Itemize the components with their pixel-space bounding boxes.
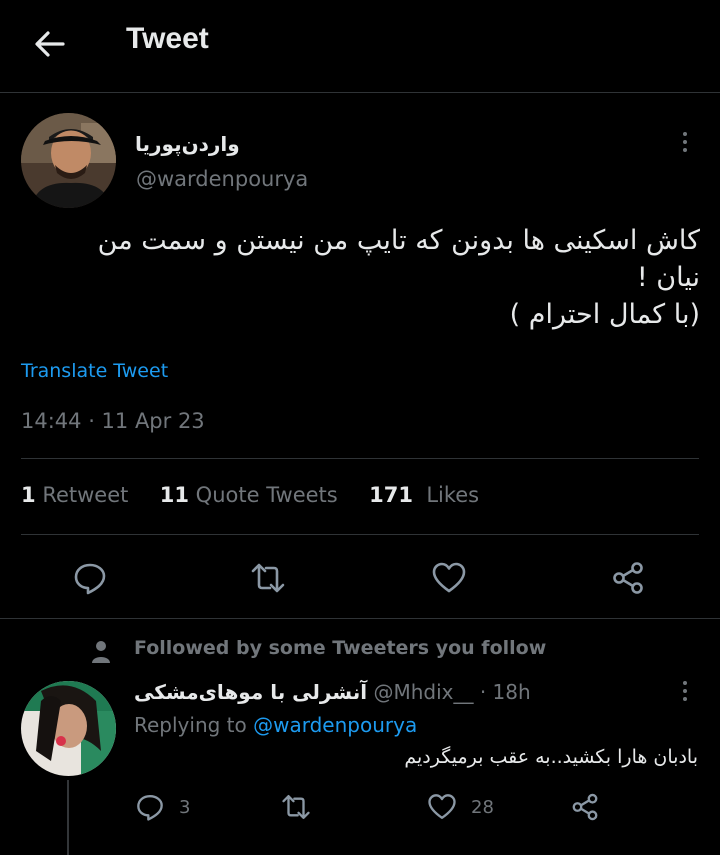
translate-tweet-link[interactable]: Translate Tweet bbox=[21, 360, 168, 382]
replying-to-link[interactable]: @wardenpourya bbox=[253, 713, 417, 737]
retweet-icon bbox=[251, 563, 285, 593]
more-icon-dot bbox=[683, 140, 687, 144]
reply-share-button[interactable] bbox=[570, 792, 600, 822]
section-divider bbox=[0, 618, 720, 619]
author-name[interactable]: واردن‌پوریا bbox=[135, 132, 240, 156]
author-handle[interactable]: @wardenpourya bbox=[136, 167, 308, 191]
author-avatar[interactable] bbox=[21, 113, 116, 208]
retweet-count: 1 bbox=[21, 483, 36, 507]
avatar-image bbox=[21, 113, 116, 208]
header-divider bbox=[0, 92, 720, 93]
more-icon bbox=[683, 681, 687, 685]
more-icon-dot bbox=[683, 689, 687, 693]
reply-more-options-button[interactable] bbox=[680, 681, 690, 705]
retweets-stat[interactable]: 1 Retweet bbox=[21, 483, 128, 507]
share-button[interactable] bbox=[610, 560, 646, 596]
reply-like-button[interactable]: 28 bbox=[427, 792, 494, 822]
more-icon bbox=[683, 132, 687, 136]
reply-button[interactable] bbox=[72, 560, 108, 596]
likes-stat[interactable]: 171 Likes bbox=[369, 483, 479, 507]
reply-icon bbox=[74, 563, 106, 595]
quote-label: Quote Tweets bbox=[195, 483, 338, 507]
reply-icon bbox=[137, 795, 163, 821]
share-icon bbox=[572, 793, 598, 821]
more-options-button[interactable] bbox=[680, 132, 690, 156]
tweet-stats: 1 Retweet 11 Quote Tweets 171 Likes bbox=[21, 483, 479, 507]
tweet-text: کاش اسکینی ها بدونن که تایپ من نیستن و س… bbox=[20, 222, 700, 333]
quote-count: 11 bbox=[159, 483, 189, 507]
quote-tweets-stat[interactable]: 11 Quote Tweets bbox=[160, 483, 338, 507]
more-icon-dot bbox=[683, 697, 687, 701]
like-button[interactable] bbox=[431, 560, 467, 596]
replying-prefix: Replying to bbox=[134, 713, 247, 737]
reply-text: بادبان هارا بکشید..به عقب برمیگردیم bbox=[404, 746, 698, 768]
thread-connector bbox=[67, 780, 69, 855]
reply-author-name[interactable]: آنشرلی با موهای‌مشکی bbox=[134, 680, 367, 704]
avatar-image bbox=[21, 681, 116, 776]
tweet-text-line: نیان ! bbox=[636, 262, 700, 293]
back-button[interactable] bbox=[30, 24, 70, 64]
social-context: Followed by some Tweeters you follow bbox=[134, 637, 547, 659]
retweet-label: Retweet bbox=[42, 483, 129, 507]
reply-reply-count: 3 bbox=[179, 796, 191, 818]
more-icon-dot bbox=[683, 148, 687, 152]
heart-icon bbox=[428, 794, 456, 819]
tweet-timestamp[interactable]: 14:44 · 11 Apr 23 bbox=[21, 409, 205, 433]
like-label: Likes bbox=[426, 483, 480, 507]
reply-reply-button[interactable]: 3 bbox=[135, 792, 190, 822]
reply-author-line: آنشرلی با موهای‌مشکی @Mhdix__ · 18h bbox=[134, 680, 531, 704]
replying-to: Replying to @wardenpourya bbox=[134, 713, 417, 737]
reply-author-handle[interactable]: @Mhdix__ bbox=[373, 680, 473, 704]
reply-author-avatar[interactable] bbox=[21, 681, 116, 776]
retweet-button[interactable] bbox=[250, 560, 286, 596]
share-icon bbox=[613, 562, 643, 594]
divider bbox=[21, 458, 699, 459]
app-header: Tweet bbox=[0, 0, 720, 92]
page-title: Tweet bbox=[126, 22, 209, 55]
reply-like-count: 28 bbox=[471, 796, 494, 818]
heart-icon bbox=[432, 562, 466, 593]
tweet-text-line: (با کمال احترام ) bbox=[509, 299, 700, 330]
retweet-icon bbox=[282, 795, 310, 819]
tweet-text-line: کاش اسکینی ها بدونن که تایپ من نیستن و س… bbox=[97, 225, 700, 256]
like-count: 171 bbox=[369, 483, 413, 507]
person-icon bbox=[90, 640, 112, 664]
arrow-left-icon bbox=[35, 31, 65, 57]
reply-retweet-button[interactable] bbox=[281, 792, 311, 822]
divider bbox=[21, 534, 699, 535]
reply-time[interactable]: · 18h bbox=[480, 680, 531, 704]
